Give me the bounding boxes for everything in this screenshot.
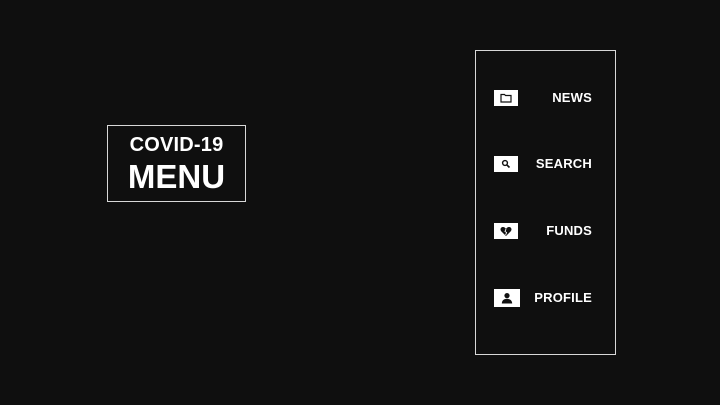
menu-panel: NEWS SEARCH FUNDS PROFILE	[475, 50, 616, 355]
folder-icon	[494, 90, 518, 106]
search-icon	[494, 156, 518, 172]
title-box: COVID-19 MENU	[107, 125, 246, 202]
title-menu: MENU	[127, 158, 226, 195]
person-icon	[494, 289, 520, 307]
menu-item-funds[interactable]: FUNDS	[476, 216, 615, 246]
menu-item-funds-label: FUNDS	[546, 223, 592, 238]
menu-item-news-label: NEWS	[552, 90, 592, 105]
menu-item-search[interactable]: SEARCH	[476, 149, 615, 179]
menu-item-profile-label: PROFILE	[534, 290, 592, 305]
menu-item-profile[interactable]: PROFILE	[476, 283, 615, 313]
menu-item-search-label: SEARCH	[535, 156, 592, 171]
title-covid: COVID-19	[129, 134, 224, 156]
menu-item-news[interactable]: NEWS	[476, 83, 615, 113]
heart-icon	[494, 223, 518, 239]
